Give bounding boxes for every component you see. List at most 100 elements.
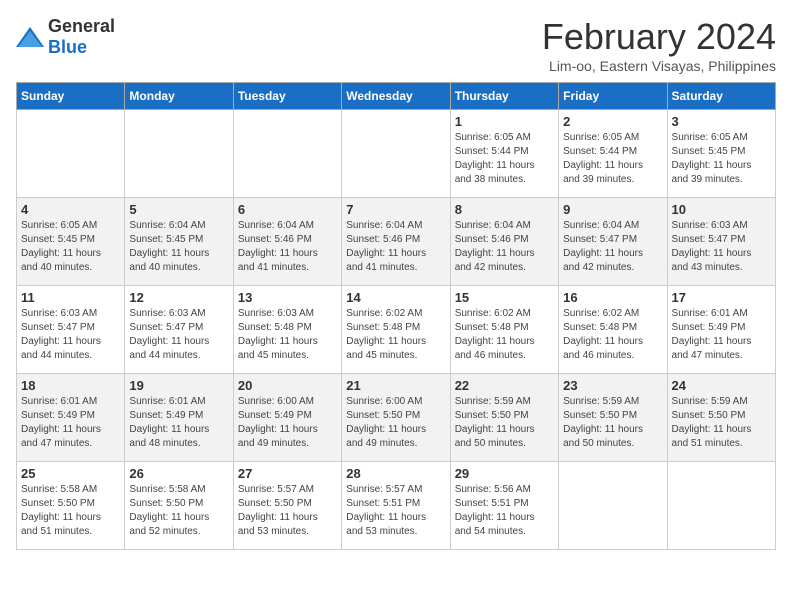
day-number: 11 — [21, 290, 120, 305]
calendar-day-cell: 18 Sunrise: 6:01 AM Sunset: 5:49 PM Dayli… — [17, 374, 125, 462]
day-number: 19 — [129, 378, 228, 393]
day-number: 8 — [455, 202, 554, 217]
day-info: Sunrise: 6:00 AM Sunset: 5:50 PM Dayligh… — [346, 395, 445, 451]
calendar-day-cell: 11 Sunrise: 6:03 AM Sunset: 5:47 PM Dayli… — [17, 286, 125, 374]
calendar-day-cell: 24 Sunrise: 5:59 AM Sunset: 5:50 PM Dayli… — [667, 374, 775, 462]
weekday-header-cell: Tuesday — [233, 83, 341, 110]
calendar-day-cell: 14 Sunrise: 6:02 AM Sunset: 5:48 PM Dayli… — [342, 286, 450, 374]
day-info: Sunrise: 5:57 AM Sunset: 5:51 PM Dayligh… — [346, 483, 445, 539]
calendar-day-cell: 28 Sunrise: 5:57 AM Sunset: 5:51 PM Dayli… — [342, 462, 450, 550]
calendar-week-row: 11 Sunrise: 6:03 AM Sunset: 5:47 PM Dayli… — [17, 286, 776, 374]
calendar-day-cell: 23Sunrise: 5:59 AM Sunset: 5:50 PM Dayli… — [559, 374, 667, 462]
calendar-day-cell: 10 Sunrise: 6:03 AM Sunset: 5:47 PM Dayli… — [667, 198, 775, 286]
header: General Blue February 2024 Lim-oo, Easte… — [16, 16, 776, 74]
day-info: Sunrise: 6:05 AM Sunset: 5:45 PM Dayligh… — [672, 131, 771, 187]
calendar-day-cell: 20 Sunrise: 6:00 AM Sunset: 5:49 PM Dayli… — [233, 374, 341, 462]
weekday-header-row: SundayMondayTuesdayWednesdayThursdayFrid… — [17, 83, 776, 110]
day-info: Sunrise: 5:59 AM Sunset: 5:50 PM Dayligh… — [455, 395, 554, 451]
day-number: 7 — [346, 202, 445, 217]
day-number: 22 — [455, 378, 554, 393]
day-number: 1 — [455, 114, 554, 129]
day-info: Sunrise: 6:03 AM Sunset: 5:47 PM Dayligh… — [21, 307, 120, 363]
day-number: 29 — [455, 466, 554, 481]
day-number: 26 — [129, 466, 228, 481]
calendar-day-cell: 2 Sunrise: 6:05 AM Sunset: 5:44 PM Daylig… — [559, 110, 667, 198]
day-number: 21 — [346, 378, 445, 393]
day-info: Sunrise: 6:05 AM Sunset: 5:44 PM Dayligh… — [563, 131, 662, 187]
day-info: Sunrise: 6:04 AM Sunset: 5:46 PM Dayligh… — [238, 219, 337, 275]
calendar-day-cell: 8 Sunrise: 6:04 AM Sunset: 5:46 PM Daylig… — [450, 198, 558, 286]
weekday-header-cell: Saturday — [667, 83, 775, 110]
day-number: 24 — [672, 378, 771, 393]
calendar-day-cell — [125, 110, 233, 198]
calendar-day-cell: 25 Sunrise: 5:58 AM Sunset: 5:50 PM Dayli… — [17, 462, 125, 550]
calendar-day-cell — [667, 462, 775, 550]
calendar-week-row: 1 Sunrise: 6:05 AM Sunset: 5:44 PM Daylig… — [17, 110, 776, 198]
calendar-week-row: 18 Sunrise: 6:01 AM Sunset: 5:49 PM Dayli… — [17, 374, 776, 462]
day-number: 20 — [238, 378, 337, 393]
day-info: Sunrise: 6:04 AM Sunset: 5:47 PM Dayligh… — [563, 219, 662, 275]
calendar-day-cell: 15Sunrise: 6:02 AM Sunset: 5:48 PM Dayli… — [450, 286, 558, 374]
weekday-header-cell: Thursday — [450, 83, 558, 110]
day-number: 6 — [238, 202, 337, 217]
calendar-day-cell: 9 Sunrise: 6:04 AM Sunset: 5:47 PM Daylig… — [559, 198, 667, 286]
day-info: Sunrise: 6:02 AM Sunset: 5:48 PM Dayligh… — [563, 307, 662, 363]
day-info: Sunrise: 5:56 AM Sunset: 5:51 PM Dayligh… — [455, 483, 554, 539]
calendar-day-cell: 19 Sunrise: 6:01 AM Sunset: 5:49 PM Dayli… — [125, 374, 233, 462]
calendar-day-cell: 4Sunrise: 6:05 AM Sunset: 5:45 PM Daylig… — [17, 198, 125, 286]
weekday-header-cell: Wednesday — [342, 83, 450, 110]
day-info: Sunrise: 5:58 AM Sunset: 5:50 PM Dayligh… — [129, 483, 228, 539]
day-number: 27 — [238, 466, 337, 481]
day-info: Sunrise: 6:02 AM Sunset: 5:48 PM Dayligh… — [346, 307, 445, 363]
day-info: Sunrise: 6:05 AM Sunset: 5:45 PM Dayligh… — [21, 219, 120, 275]
calendar-day-cell: 1 Sunrise: 6:05 AM Sunset: 5:44 PM Daylig… — [450, 110, 558, 198]
day-info: Sunrise: 5:59 AM Sunset: 5:50 PM Dayligh… — [672, 395, 771, 451]
day-info: Sunrise: 6:02 AM Sunset: 5:48 PM Dayligh… — [455, 307, 554, 363]
day-info: Sunrise: 6:04 AM Sunset: 5:45 PM Dayligh… — [129, 219, 228, 275]
day-info: Sunrise: 6:03 AM Sunset: 5:48 PM Dayligh… — [238, 307, 337, 363]
day-info: Sunrise: 6:04 AM Sunset: 5:46 PM Dayligh… — [455, 219, 554, 275]
calendar-day-cell — [342, 110, 450, 198]
weekday-header-cell: Monday — [125, 83, 233, 110]
logo-blue: Blue — [48, 37, 87, 57]
day-info: Sunrise: 6:04 AM Sunset: 5:46 PM Dayligh… — [346, 219, 445, 275]
day-number: 25 — [21, 466, 120, 481]
calendar-day-cell: 21 Sunrise: 6:00 AM Sunset: 5:50 PM Dayli… — [342, 374, 450, 462]
day-number: 28 — [346, 466, 445, 481]
calendar-day-cell: 7 Sunrise: 6:04 AM Sunset: 5:46 PM Daylig… — [342, 198, 450, 286]
logo-icon — [16, 27, 44, 47]
day-number: 3 — [672, 114, 771, 129]
day-number: 10 — [672, 202, 771, 217]
calendar-day-cell — [17, 110, 125, 198]
day-info: Sunrise: 6:03 AM Sunset: 5:47 PM Dayligh… — [672, 219, 771, 275]
calendar-day-cell — [233, 110, 341, 198]
day-info: Sunrise: 5:59 AM Sunset: 5:50 PM Dayligh… — [563, 395, 662, 451]
day-number: 2 — [563, 114, 662, 129]
calendar-day-cell: 26 Sunrise: 5:58 AM Sunset: 5:50 PM Dayli… — [125, 462, 233, 550]
calendar-title: February 2024 — [542, 16, 776, 58]
day-number: 18 — [21, 378, 120, 393]
calendar-day-cell: 27Sunrise: 5:57 AM Sunset: 5:50 PM Dayli… — [233, 462, 341, 550]
day-info: Sunrise: 5:58 AM Sunset: 5:50 PM Dayligh… — [21, 483, 120, 539]
calendar-week-row: 25 Sunrise: 5:58 AM Sunset: 5:50 PM Dayli… — [17, 462, 776, 550]
day-number: 14 — [346, 290, 445, 305]
calendar-body: 1 Sunrise: 6:05 AM Sunset: 5:44 PM Daylig… — [17, 110, 776, 550]
calendar-table: SundayMondayTuesdayWednesdayThursdayFrid… — [16, 82, 776, 550]
calendar-day-cell: 3 Sunrise: 6:05 AM Sunset: 5:45 PM Daylig… — [667, 110, 775, 198]
day-number: 5 — [129, 202, 228, 217]
logo-general: General — [48, 16, 115, 36]
calendar-day-cell: 12Sunrise: 6:03 AM Sunset: 5:47 PM Dayli… — [125, 286, 233, 374]
calendar-day-cell: 29 Sunrise: 5:56 AM Sunset: 5:51 PM Dayli… — [450, 462, 558, 550]
day-number: 16 — [563, 290, 662, 305]
day-info: Sunrise: 6:05 AM Sunset: 5:44 PM Dayligh… — [455, 131, 554, 187]
title-area: February 2024 Lim-oo, Eastern Visayas, P… — [542, 16, 776, 74]
day-number: 9 — [563, 202, 662, 217]
day-info: Sunrise: 6:01 AM Sunset: 5:49 PM Dayligh… — [129, 395, 228, 451]
day-info: Sunrise: 6:03 AM Sunset: 5:47 PM Dayligh… — [129, 307, 228, 363]
weekday-header-cell: Sunday — [17, 83, 125, 110]
calendar-day-cell: 22 Sunrise: 5:59 AM Sunset: 5:50 PM Dayli… — [450, 374, 558, 462]
day-info: Sunrise: 6:00 AM Sunset: 5:49 PM Dayligh… — [238, 395, 337, 451]
day-info: Sunrise: 6:01 AM Sunset: 5:49 PM Dayligh… — [21, 395, 120, 451]
logo: General Blue — [16, 16, 115, 58]
day-number: 17 — [672, 290, 771, 305]
